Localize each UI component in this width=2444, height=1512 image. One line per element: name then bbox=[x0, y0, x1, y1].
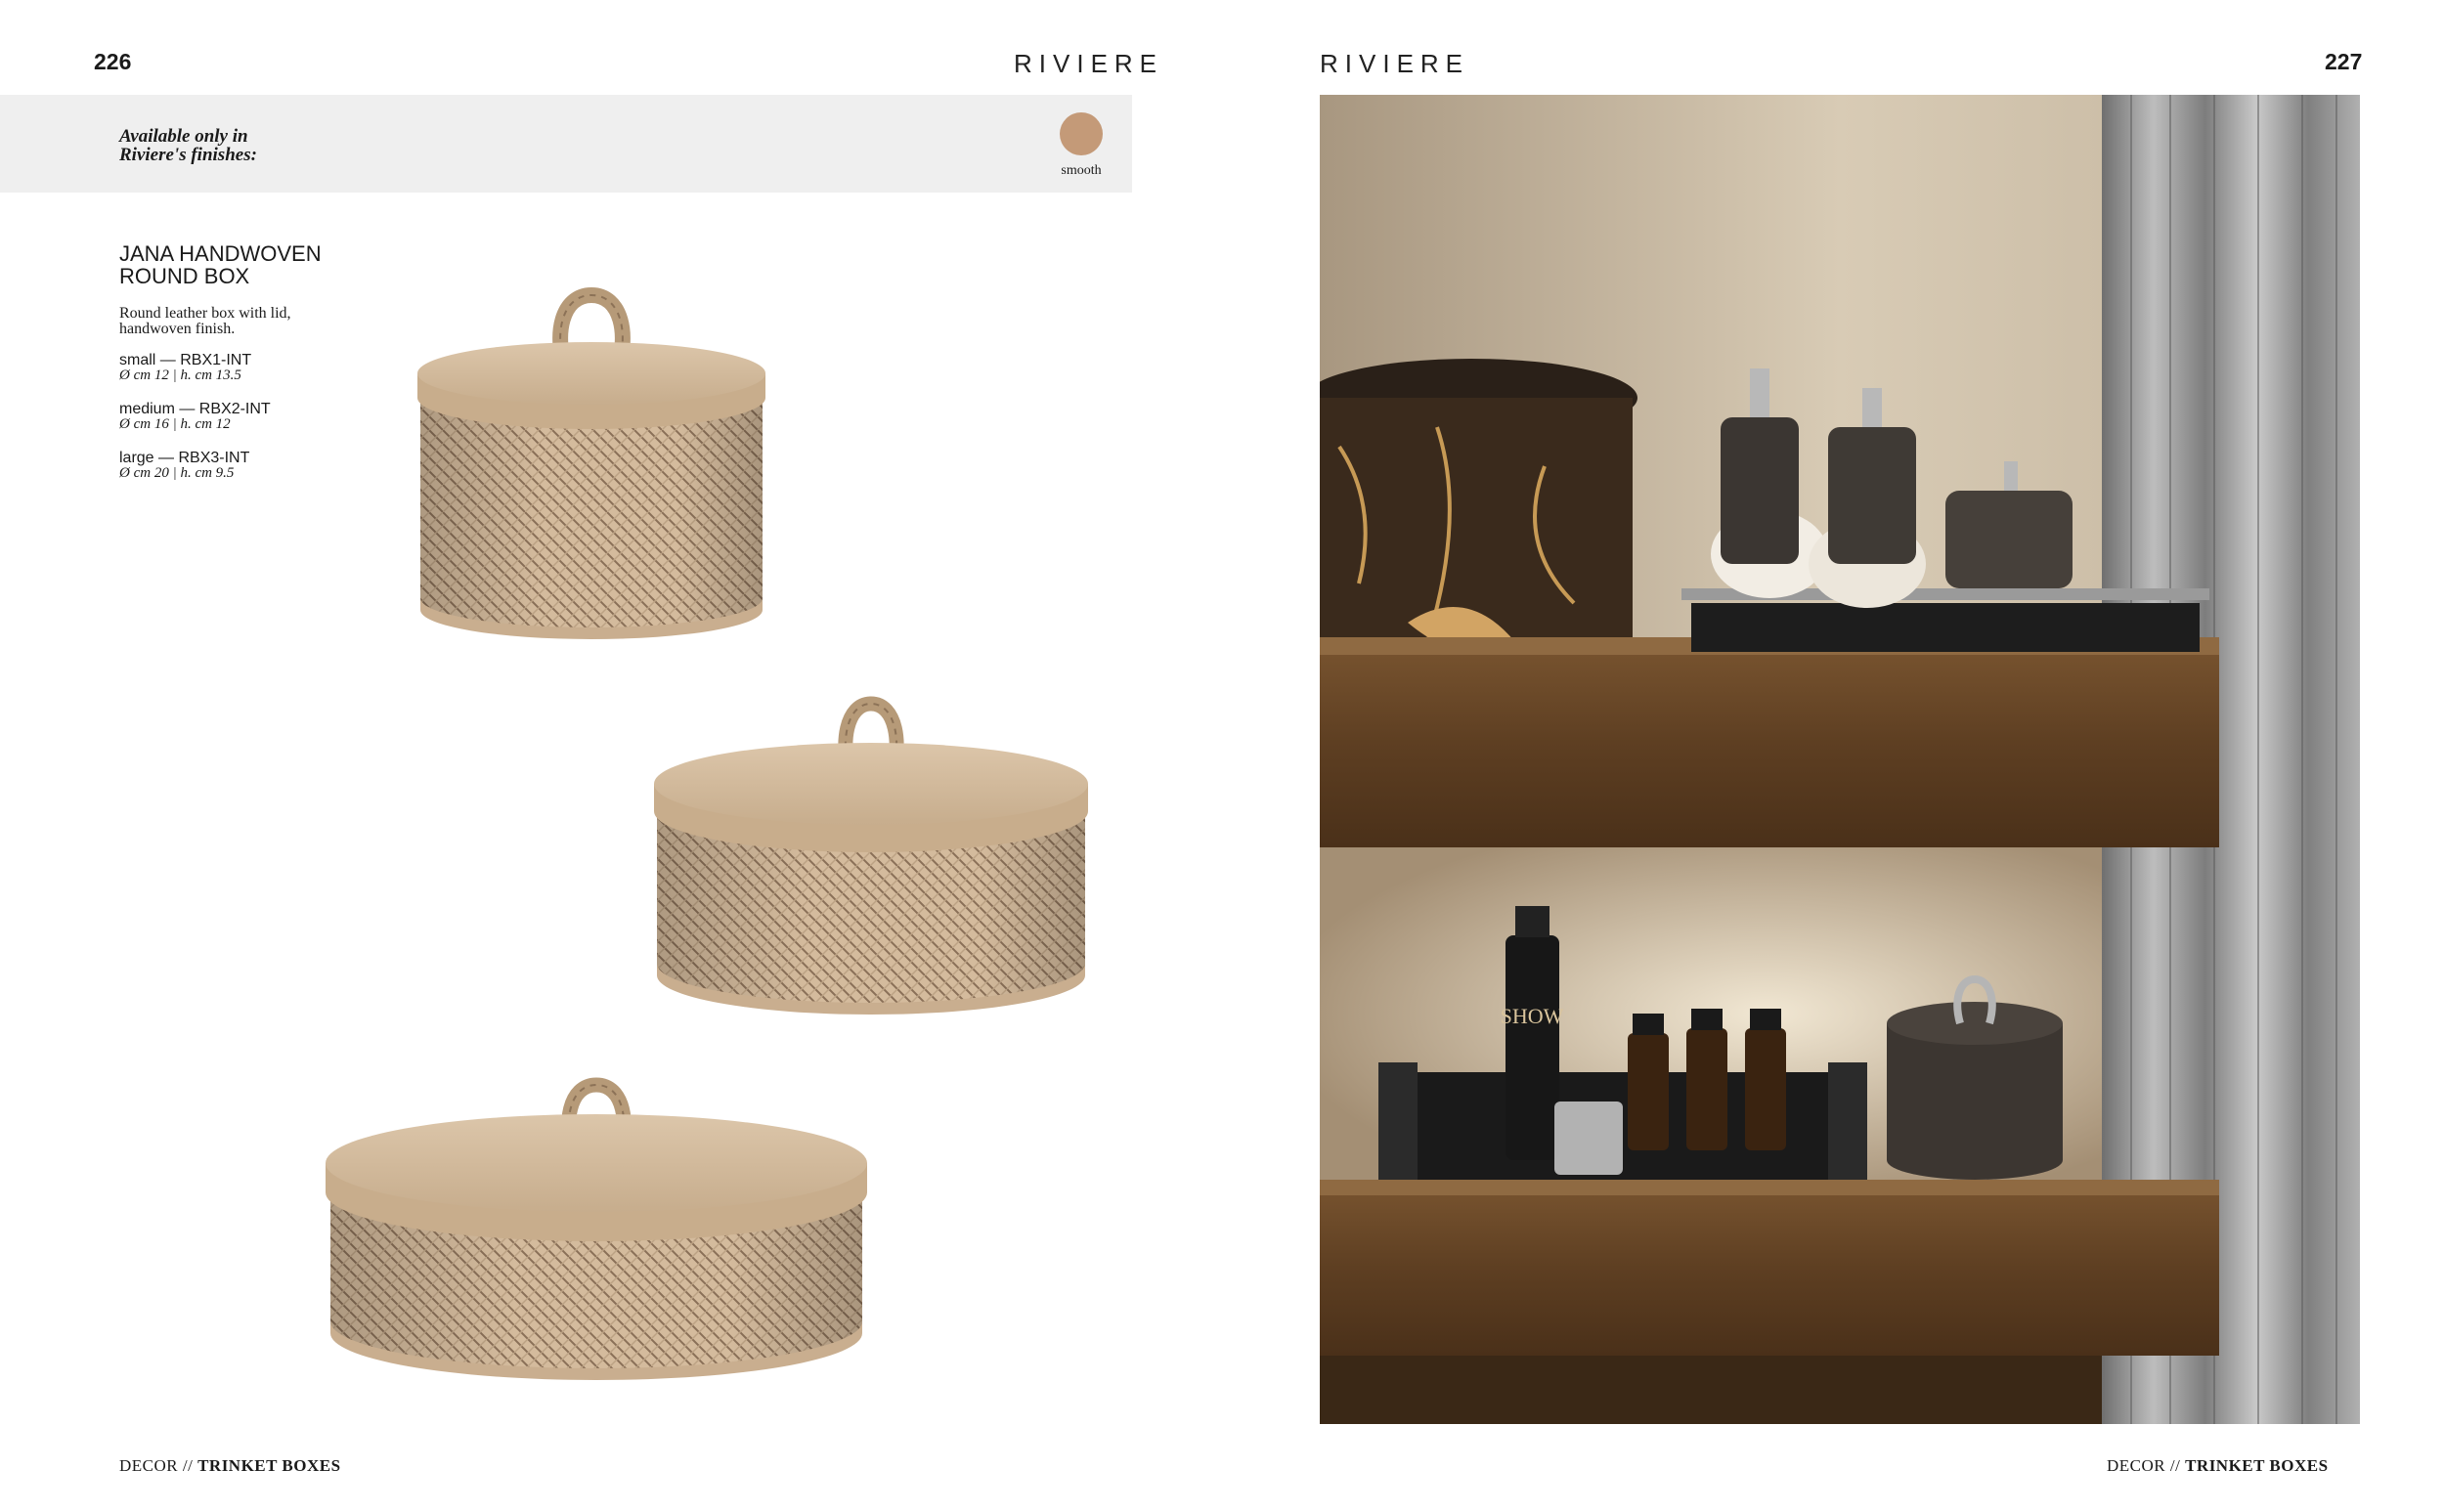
size-small-dims: Ø cm 12 | h. cm 13.5 bbox=[119, 367, 241, 383]
footer-left-category: TRINKET BOXES bbox=[197, 1456, 341, 1475]
footer-right: DECOR // TRINKET BOXES bbox=[2107, 1456, 2329, 1476]
size-medium-name: medium — RBX2-INT bbox=[119, 401, 271, 417]
lifestyle-photo: SHOW bbox=[1320, 95, 2360, 1424]
footer-right-separator: // bbox=[2165, 1456, 2186, 1475]
footer-right-section: DECOR bbox=[2107, 1456, 2166, 1475]
size-medium: medium — RBX2-INT Ø cm 16 | h. cm 12 bbox=[119, 401, 271, 432]
product-image-medium bbox=[651, 674, 1091, 1026]
product-description: Round leather box with lid, handwoven fi… bbox=[119, 305, 291, 337]
product-image-large bbox=[323, 1065, 870, 1398]
footer-left: DECOR // TRINKET BOXES bbox=[119, 1456, 341, 1476]
finish-swatch bbox=[1060, 112, 1103, 155]
product-title: JANA HANDWOVEN ROUND BOX bbox=[119, 241, 322, 288]
size-small: small — RBX1-INT Ø cm 12 | h. cm 13.5 bbox=[119, 352, 251, 383]
size-large-dims: Ø cm 20 | h. cm 9.5 bbox=[119, 465, 235, 481]
page-number-right: 227 bbox=[2325, 49, 2363, 74]
size-large-name: large — RBX3-INT bbox=[119, 450, 250, 466]
finish-swatch-label: smooth bbox=[1061, 163, 1102, 178]
footer-left-section: DECOR bbox=[119, 1456, 179, 1475]
photo-bottle-label: SHOW bbox=[1501, 1004, 1564, 1028]
footer-right-category: TRINKET BOXES bbox=[2185, 1456, 2329, 1475]
brand-logo-left: RIVIERE bbox=[1014, 49, 1164, 78]
size-medium-dims: Ø cm 16 | h. cm 12 bbox=[119, 416, 231, 432]
size-small-name: small — RBX1-INT bbox=[119, 352, 252, 368]
product-image-small bbox=[415, 266, 767, 647]
size-large: large — RBX3-INT Ø cm 20 | h. cm 9.5 bbox=[119, 450, 249, 481]
brand-logo-right: RIVIERE bbox=[1320, 49, 1470, 78]
finishes-label: Available only in Riviere's finishes: bbox=[119, 126, 257, 165]
footer-left-separator: // bbox=[178, 1456, 198, 1475]
page-number-left: 226 bbox=[94, 49, 132, 74]
